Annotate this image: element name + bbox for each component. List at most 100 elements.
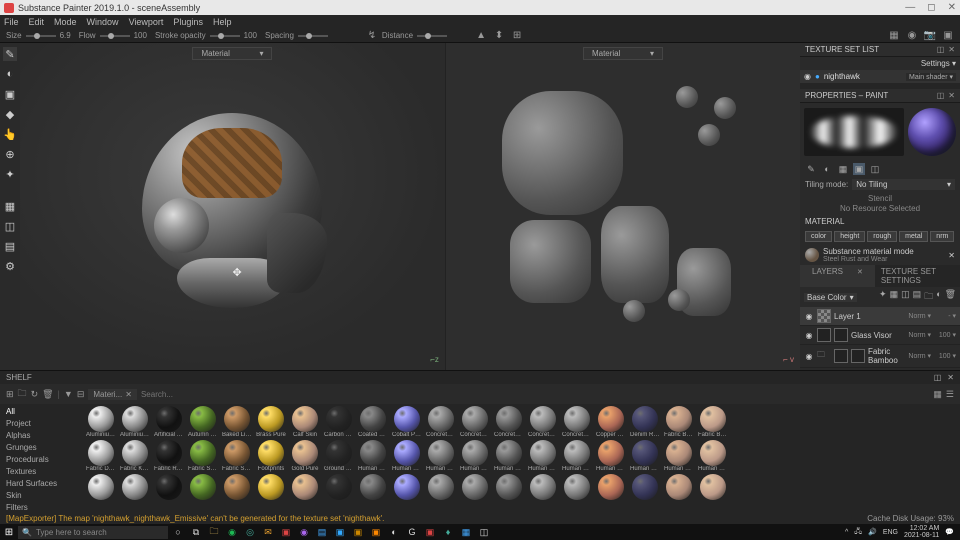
- projection-icon[interactable]: ⊞: [511, 30, 523, 42]
- layer-row[interactable]: ◉Layer 1Norm ▾- ▾: [800, 307, 960, 326]
- shelf-close-icon[interactable]: ✕: [947, 373, 954, 382]
- layer-blend[interactable]: Norm ▾: [908, 331, 931, 339]
- notifications-icon[interactable]: 💬: [945, 528, 954, 536]
- shelf-material[interactable]: Fabric Knit...: [120, 440, 150, 472]
- shelf-category[interactable]: Grunges: [4, 442, 78, 453]
- shelf-material[interactable]: Cobalt Pure: [392, 406, 422, 438]
- shelf-folder-icon[interactable]: 🗀: [18, 386, 27, 402]
- tray-network-icon[interactable]: 🖧: [854, 527, 862, 538]
- channel-view-dropdown[interactable]: Base Color▾: [804, 293, 857, 302]
- task-app2[interactable]: ◉: [296, 525, 312, 539]
- shelf-material[interactable]: [392, 474, 422, 500]
- shelf-material[interactable]: Concrete D...: [494, 406, 524, 438]
- menu-mode[interactable]: Mode: [54, 17, 77, 27]
- visibility-eye-icon[interactable]: ◉: [804, 72, 811, 81]
- channel-metal[interactable]: metal: [899, 231, 928, 242]
- shelf-material[interactable]: Fabric Rough: [154, 440, 184, 472]
- menu-plugins[interactable]: Plugins: [173, 17, 203, 27]
- shelf-material[interactable]: Fabric Base...: [698, 406, 728, 438]
- eraser-tool[interactable]: ◐: [3, 67, 17, 81]
- shelf-material[interactable]: [86, 474, 116, 500]
- maximize-button[interactable]: ◻: [927, 2, 935, 13]
- shelf-category[interactable]: Hard Surfaces: [4, 478, 78, 489]
- channel-nrm[interactable]: nrm: [930, 231, 954, 242]
- shelf-category[interactable]: Filters: [4, 502, 78, 512]
- tab-layers[interactable]: LAYERS✕: [800, 265, 875, 287]
- shelf-material[interactable]: Human Che...: [460, 440, 490, 472]
- shelf-material[interactable]: Human Che...: [494, 440, 524, 472]
- shelf-material[interactable]: Aluminium...: [86, 406, 116, 438]
- shelf-sort-icon[interactable]: ⊟: [77, 389, 85, 400]
- smudge-tool[interactable]: 👆: [3, 127, 17, 141]
- clone-tool[interactable]: ⊕: [3, 147, 17, 161]
- shelf-delete-icon[interactable]: 🗑: [42, 389, 53, 400]
- task-app8[interactable]: ◫: [476, 525, 492, 539]
- shelf-material[interactable]: Footprints: [256, 440, 286, 472]
- shelf-category[interactable]: Skin: [4, 490, 78, 501]
- task-cortana[interactable]: ○: [170, 525, 186, 539]
- baking-icon[interactable]: ◫: [3, 219, 17, 233]
- close-button[interactable]: ✕: [948, 2, 956, 13]
- shelf-material[interactable]: Copper Pure: [596, 406, 626, 438]
- add-fill-icon[interactable]: ◫: [901, 289, 910, 305]
- add-adjust-icon[interactable]: ◐: [936, 289, 941, 305]
- folder-icon[interactable]: 🗀: [817, 349, 831, 363]
- shelf-refresh-icon[interactable]: ↻: [31, 389, 39, 400]
- task-app7[interactable]: ▦: [458, 525, 474, 539]
- shelf-material[interactable]: Human For...: [630, 440, 660, 472]
- shelf-material[interactable]: [188, 474, 218, 500]
- alpha-mode-icon[interactable]: ◐: [821, 163, 833, 175]
- shelf-material[interactable]: Fabric Deni...: [86, 440, 116, 472]
- layer-row[interactable]: ◉🗀Fabric BambooNorm ▾100 ▾: [800, 345, 960, 368]
- camera-icon[interactable]: ◉: [906, 30, 918, 42]
- shelf-material[interactable]: [596, 474, 626, 500]
- system-clock[interactable]: 12:02 AM 2021-08-11: [904, 525, 939, 539]
- shelf-material[interactable]: [698, 474, 728, 500]
- panel-close-icon[interactable]: ✕: [948, 91, 955, 100]
- add-paint-icon[interactable]: ▤: [913, 289, 922, 305]
- task-app3[interactable]: ▤: [314, 525, 330, 539]
- menu-window[interactable]: Window: [87, 17, 119, 27]
- shelf-material[interactable]: Carbon Fiber: [324, 406, 354, 438]
- lazy-mouse-icon[interactable]: ↯: [366, 30, 378, 42]
- tiling-dropdown[interactable]: No Tiling▾: [852, 179, 955, 190]
- layer-row[interactable]: ◉Glass VisorNorm ▾100 ▾: [800, 326, 960, 345]
- task-app4[interactable]: ◐: [386, 525, 402, 539]
- shelf-material[interactable]: Baked Light...: [222, 406, 252, 438]
- shelf-material[interactable]: Calf Skin: [290, 406, 320, 438]
- layer-opacity[interactable]: 100 ▾: [934, 331, 956, 339]
- task-ai[interactable]: ▣: [368, 525, 384, 539]
- perspective-icon[interactable]: ▦: [888, 30, 900, 42]
- shelf-category[interactable]: All: [4, 406, 78, 417]
- shelf-material[interactable]: Human Fo...: [596, 440, 626, 472]
- 3d-viewport[interactable]: Material▾ ✥ z: [20, 43, 445, 370]
- material-clear-icon[interactable]: ✕: [948, 251, 955, 260]
- shelf-material[interactable]: Concrete S...: [528, 406, 558, 438]
- task-substance[interactable]: ▣: [422, 525, 438, 539]
- shelf-material[interactable]: Concrete S...: [562, 406, 592, 438]
- shelf-material[interactable]: [120, 474, 150, 500]
- task-explorer[interactable]: 🗀: [206, 525, 222, 539]
- shelf-material[interactable]: Human Bal...: [392, 440, 422, 472]
- tray-volume-icon[interactable]: 🔊: [868, 528, 877, 536]
- material-picker-tool[interactable]: ✦: [3, 167, 17, 181]
- shelf-material[interactable]: [630, 474, 660, 500]
- shelf-material[interactable]: Fabric Suit...: [222, 440, 252, 472]
- shelf-material[interactable]: [494, 474, 524, 500]
- material-mode-row[interactable]: Substance material mode Steel Rust and W…: [800, 245, 960, 265]
- task-edge[interactable]: ◎: [242, 525, 258, 539]
- panel-close-icon[interactable]: ✕: [948, 45, 955, 54]
- shelf-material[interactable]: Human Bac...: [426, 440, 456, 472]
- paint-tool[interactable]: ✎: [3, 47, 17, 61]
- channel-height[interactable]: height: [834, 231, 865, 242]
- add-group-icon[interactable]: 🗀: [924, 289, 933, 305]
- quick-mask-icon[interactable]: ▦: [3, 199, 17, 213]
- layer-row[interactable]: ◉🗀Plastic Armor MatteNorm ▾100 ▾: [800, 368, 960, 370]
- symmetry-icon[interactable]: ▲: [475, 30, 487, 42]
- shelf-category[interactable]: Procedurals: [4, 454, 78, 465]
- shelf-filter-chip[interactable]: Materi...✕: [88, 389, 137, 400]
- shelf-material[interactable]: [664, 474, 694, 500]
- menu-file[interactable]: File: [4, 17, 19, 27]
- shelf-material[interactable]: Concrete Cl...: [460, 406, 490, 438]
- shelf-material[interactable]: [528, 474, 558, 500]
